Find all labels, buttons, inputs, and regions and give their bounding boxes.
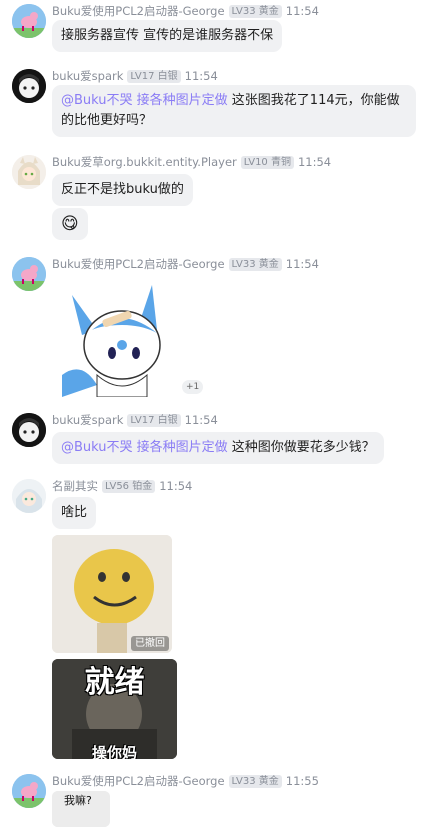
timestamp: 11:54 — [184, 69, 218, 83]
emoji-bubble[interactable]: 😋 — [52, 208, 88, 240]
mention-link[interactable]: @Buku不哭 接各种图片定做 — [61, 93, 228, 108]
message-meta: Buku爱使用PCL2启动器-George LV33 黄金 11:54 — [52, 256, 319, 272]
level-badge: LV17 白银 — [127, 69, 181, 83]
sender-name[interactable]: buku爱spark — [52, 68, 123, 84]
avatar-george[interactable] — [12, 4, 46, 38]
timestamp: 11:54 — [159, 479, 193, 493]
sticker-image-creature[interactable] — [52, 275, 176, 397]
recalled-label: 已撤回 — [131, 636, 169, 651]
sender-name[interactable]: Buku爱使用PCL2启动器-George — [52, 256, 225, 272]
message-meta: Buku爱草org.bukkit.entity.Player LV10 青铜 1… — [52, 154, 331, 170]
message-bubble[interactable]: 啥比 — [52, 497, 97, 529]
avatar-mingfu[interactable] — [12, 479, 46, 513]
sticker-image-partial[interactable]: 我嘛? — [52, 791, 110, 827]
timestamp: 11:54 — [285, 4, 319, 18]
message-text: 这种图你做要花多少钱？ — [227, 440, 375, 455]
message-bubble[interactable]: @Buku不哭 接各种图片定做 这张图我花了114元，你能做的比他更好吗？ — [52, 85, 416, 137]
sender-name[interactable]: Buku爱使用PCL2启动器-George — [52, 3, 225, 19]
message-meta: Buku爱使用PCL2启动器-George LV33 黄金 11:54 — [52, 3, 319, 19]
level-badge: LV10 青铜 — [240, 155, 294, 169]
level-badge: LV33 黄金 — [228, 257, 282, 271]
timestamp: 11:54 — [184, 413, 218, 427]
message-meta: 名副其实 LV56 铂金 11:54 — [52, 478, 192, 494]
message-bubble[interactable]: @Buku不哭 接各种图片定做 这种图你做要花多少钱？ — [52, 432, 384, 464]
message-bubble[interactable]: 接服务器宣传 宣传的是谁服务器不保 — [52, 20, 283, 52]
level-badge: LV56 铂金 — [102, 479, 156, 493]
sender-name[interactable]: Buku爱草org.bukkit.entity.Player — [52, 154, 237, 170]
yum-face-icon: 😋 — [61, 214, 79, 234]
sticker-caption: 我嘛? — [64, 794, 92, 807]
timestamp: 11:55 — [285, 774, 319, 788]
reaction-count-badge[interactable]: +1 — [182, 380, 204, 394]
level-badge: LV17 白银 — [127, 413, 181, 427]
message-bubble[interactable]: 反正不是找buku做的 — [52, 174, 193, 206]
meme-caption-bottom: 操你妈 — [91, 744, 137, 759]
avatar-spark[interactable] — [12, 69, 46, 103]
avatar-george[interactable] — [12, 774, 46, 808]
sticker-image-meme[interactable]: 就绪 操你妈 — [52, 659, 177, 759]
level-badge: LV33 黄金 — [228, 4, 282, 18]
avatar-george[interactable] — [12, 257, 46, 291]
sender-name[interactable]: 名副其实 — [52, 478, 98, 494]
meme-caption-top: 就绪 — [84, 665, 145, 700]
avatar-spark[interactable] — [12, 413, 46, 447]
timestamp: 11:54 — [297, 155, 332, 169]
sender-name[interactable]: Buku爱使用PCL2启动器-George — [52, 773, 225, 789]
level-badge: LV33 黄金 — [228, 774, 282, 788]
message-meta: buku爱spark LV17 白银 11:54 — [52, 412, 218, 428]
sender-name[interactable]: buku爱spark — [52, 412, 123, 428]
mention-link[interactable]: @Buku不哭 接各种图片定做 — [61, 440, 228, 455]
message-meta: buku爱spark LV17 白银 11:54 — [52, 68, 218, 84]
message-meta: Buku爱使用PCL2启动器-George LV33 黄金 11:55 — [52, 773, 319, 789]
timestamp: 11:54 — [285, 257, 319, 271]
avatar-player[interactable] — [12, 155, 46, 189]
